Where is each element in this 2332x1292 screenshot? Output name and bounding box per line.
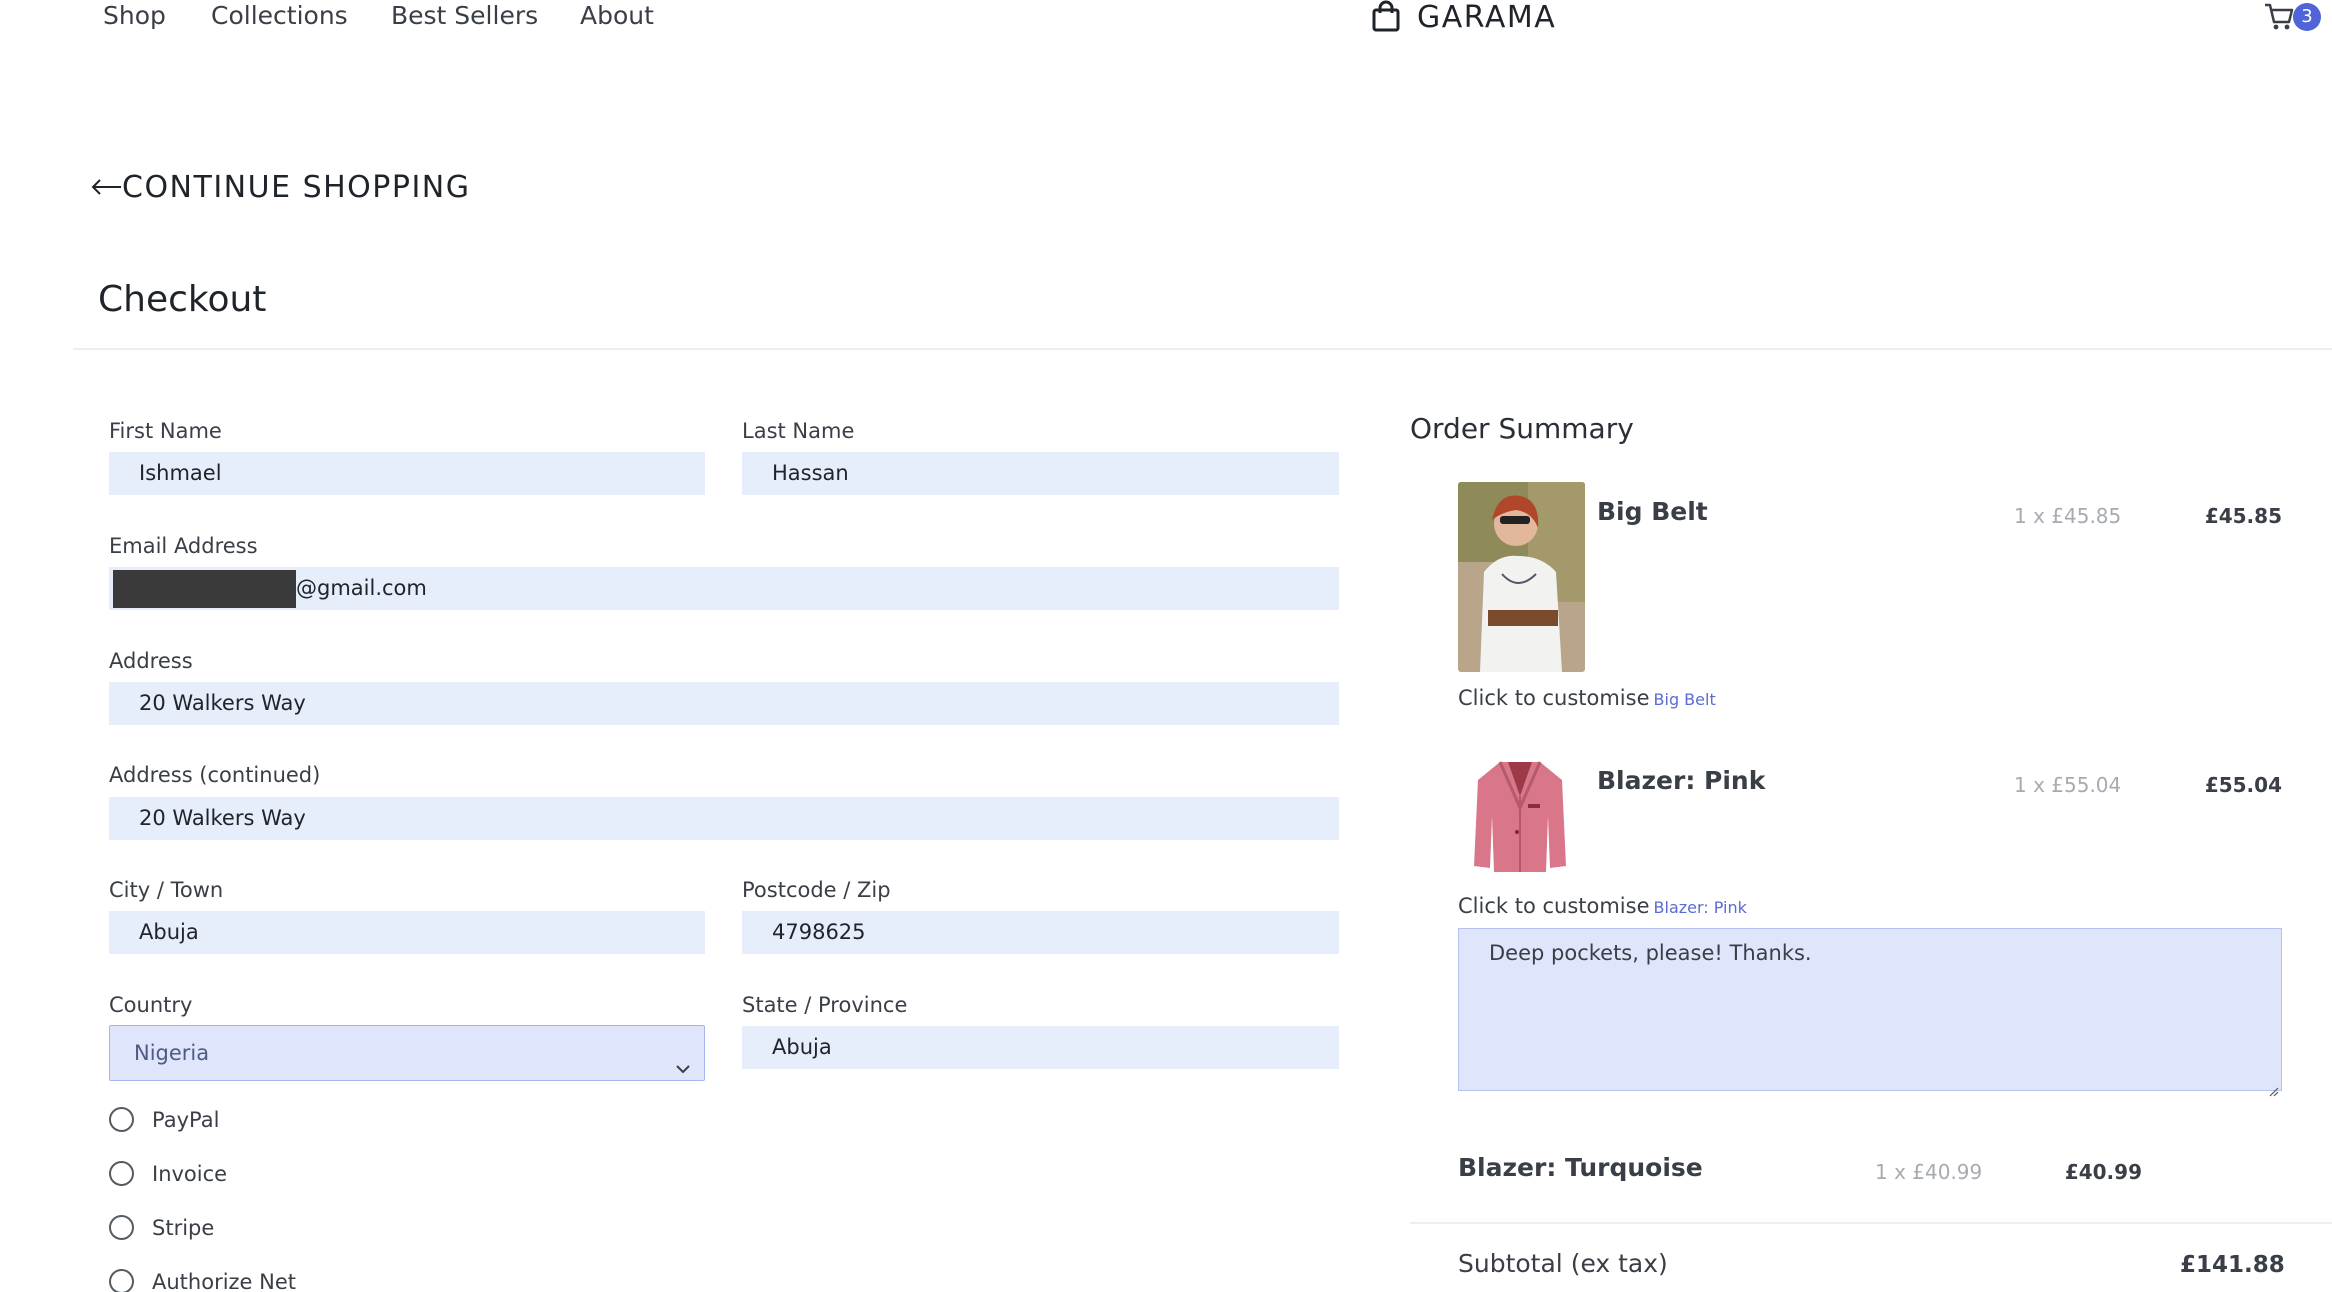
state-field[interactable]: Abuja xyxy=(742,1026,1339,1069)
address-continued-field[interactable]: 20 Walkers Way xyxy=(109,797,1339,840)
nav-link-about[interactable]: About xyxy=(580,0,654,32)
order-item-total: £55.04 xyxy=(2204,773,2282,797)
city-label: City / Town xyxy=(109,878,224,902)
postcode-field[interactable]: 4798625 xyxy=(742,911,1339,954)
arrow-left-icon xyxy=(90,170,122,205)
address-label: Address xyxy=(109,649,193,673)
cart-icon xyxy=(2263,2,2295,36)
radio-button[interactable] xyxy=(109,1269,134,1292)
order-item-total: £40.99 xyxy=(2064,1160,2142,1184)
first-name-label: First Name xyxy=(109,419,222,443)
address-field[interactable]: 20 Walkers Way xyxy=(109,682,1339,725)
radio-button[interactable] xyxy=(109,1161,134,1186)
email-label: Email Address xyxy=(109,534,258,558)
shopping-bag-icon xyxy=(1371,0,1401,36)
subtotal-label: Subtotal (ex tax) xyxy=(1458,1249,1668,1278)
nav-link-shop[interactable]: Shop xyxy=(103,0,166,32)
payment-option-label: Stripe xyxy=(152,1215,215,1240)
order-item-total: £45.85 xyxy=(2204,504,2282,528)
customise-row: Click to customise Big Belt xyxy=(1458,684,1716,714)
payment-option-authorize-net[interactable]: Authorize Net xyxy=(109,1269,296,1292)
product-image-blazer-pink xyxy=(1470,756,1570,874)
state-label: State / Province xyxy=(742,993,908,1017)
nav-link-collections[interactable]: Collections xyxy=(211,0,348,32)
divider xyxy=(73,348,2332,350)
radio-button[interactable] xyxy=(109,1215,134,1240)
order-item-quantity: 1 x £55.04 xyxy=(2014,773,2122,797)
brand-name: GARAMA xyxy=(1417,0,1557,35)
customise-prompt: Click to customise xyxy=(1458,894,1650,918)
payment-option-label: PayPal xyxy=(152,1107,220,1132)
city-field[interactable]: Abuja xyxy=(109,911,705,954)
brand-logo[interactable]: GARAMA xyxy=(1371,0,1556,36)
chevron-down-icon xyxy=(674,1044,692,1074)
order-summary-title: Order Summary xyxy=(1410,412,1634,445)
order-item-quantity: 1 x £45.85 xyxy=(2014,504,2122,528)
order-item-name: Big Belt xyxy=(1597,497,1708,526)
customise-row: Click to customise Blazer: Pink xyxy=(1458,892,1747,922)
nav-link-best-sellers[interactable]: Best Sellers xyxy=(391,0,538,32)
customise-link-blazer-pink[interactable]: Blazer: Pink xyxy=(1654,898,1747,917)
continue-shopping-label: CONTINUE SHOPPING xyxy=(122,170,471,205)
last-name-label: Last Name xyxy=(742,419,855,443)
customise-prompt: Click to customise xyxy=(1458,686,1650,710)
customisation-notes-textarea[interactable]: Deep pockets, please! Thanks. xyxy=(1458,928,2282,1097)
continue-shopping-link[interactable]: CONTINUE SHOPPING xyxy=(90,170,471,205)
radio-button[interactable] xyxy=(109,1107,134,1132)
payment-option-label: Invoice xyxy=(152,1161,228,1186)
product-image-big-belt xyxy=(1458,482,1585,672)
country-selected-value: Nigeria xyxy=(134,1041,210,1065)
cart-button[interactable]: 3 xyxy=(2263,2,2323,32)
address-continued-label: Address (continued) xyxy=(109,763,321,787)
subtotal-value: £141.88 xyxy=(2180,1252,2285,1278)
country-label: Country xyxy=(109,993,193,1017)
country-select[interactable]: Nigeria xyxy=(109,1025,705,1081)
payment-option-stripe[interactable]: Stripe xyxy=(109,1215,214,1240)
cart-count-badge: 3 xyxy=(2293,3,2321,31)
payment-option-invoice[interactable]: Invoice xyxy=(109,1161,227,1186)
order-item-name: Blazer: Turquoise xyxy=(1458,1153,1703,1182)
order-item-name: Blazer: Pink xyxy=(1597,766,1766,795)
redacted-email-user xyxy=(113,570,296,608)
customise-link-big-belt[interactable]: Big Belt xyxy=(1654,690,1716,709)
order-item-quantity: 1 x £40.99 xyxy=(1875,1160,1983,1184)
resize-handle-icon[interactable] xyxy=(2267,1076,2279,1097)
payment-option-label: Authorize Net xyxy=(152,1269,297,1292)
last-name-field[interactable]: Hassan xyxy=(742,452,1339,495)
postcode-label: Postcode / Zip xyxy=(742,878,891,902)
payment-option-paypal[interactable]: PayPal xyxy=(109,1107,219,1132)
email-domain: @gmail.com xyxy=(296,576,427,600)
summary-divider xyxy=(1410,1222,2332,1224)
page-title: Checkout xyxy=(98,279,267,320)
customisation-notes-text: Deep pockets, please! Thanks. xyxy=(1489,941,1812,965)
first-name-field[interactable]: Ishmael xyxy=(109,452,705,495)
email-field[interactable]: @gmail.com xyxy=(109,567,1339,610)
